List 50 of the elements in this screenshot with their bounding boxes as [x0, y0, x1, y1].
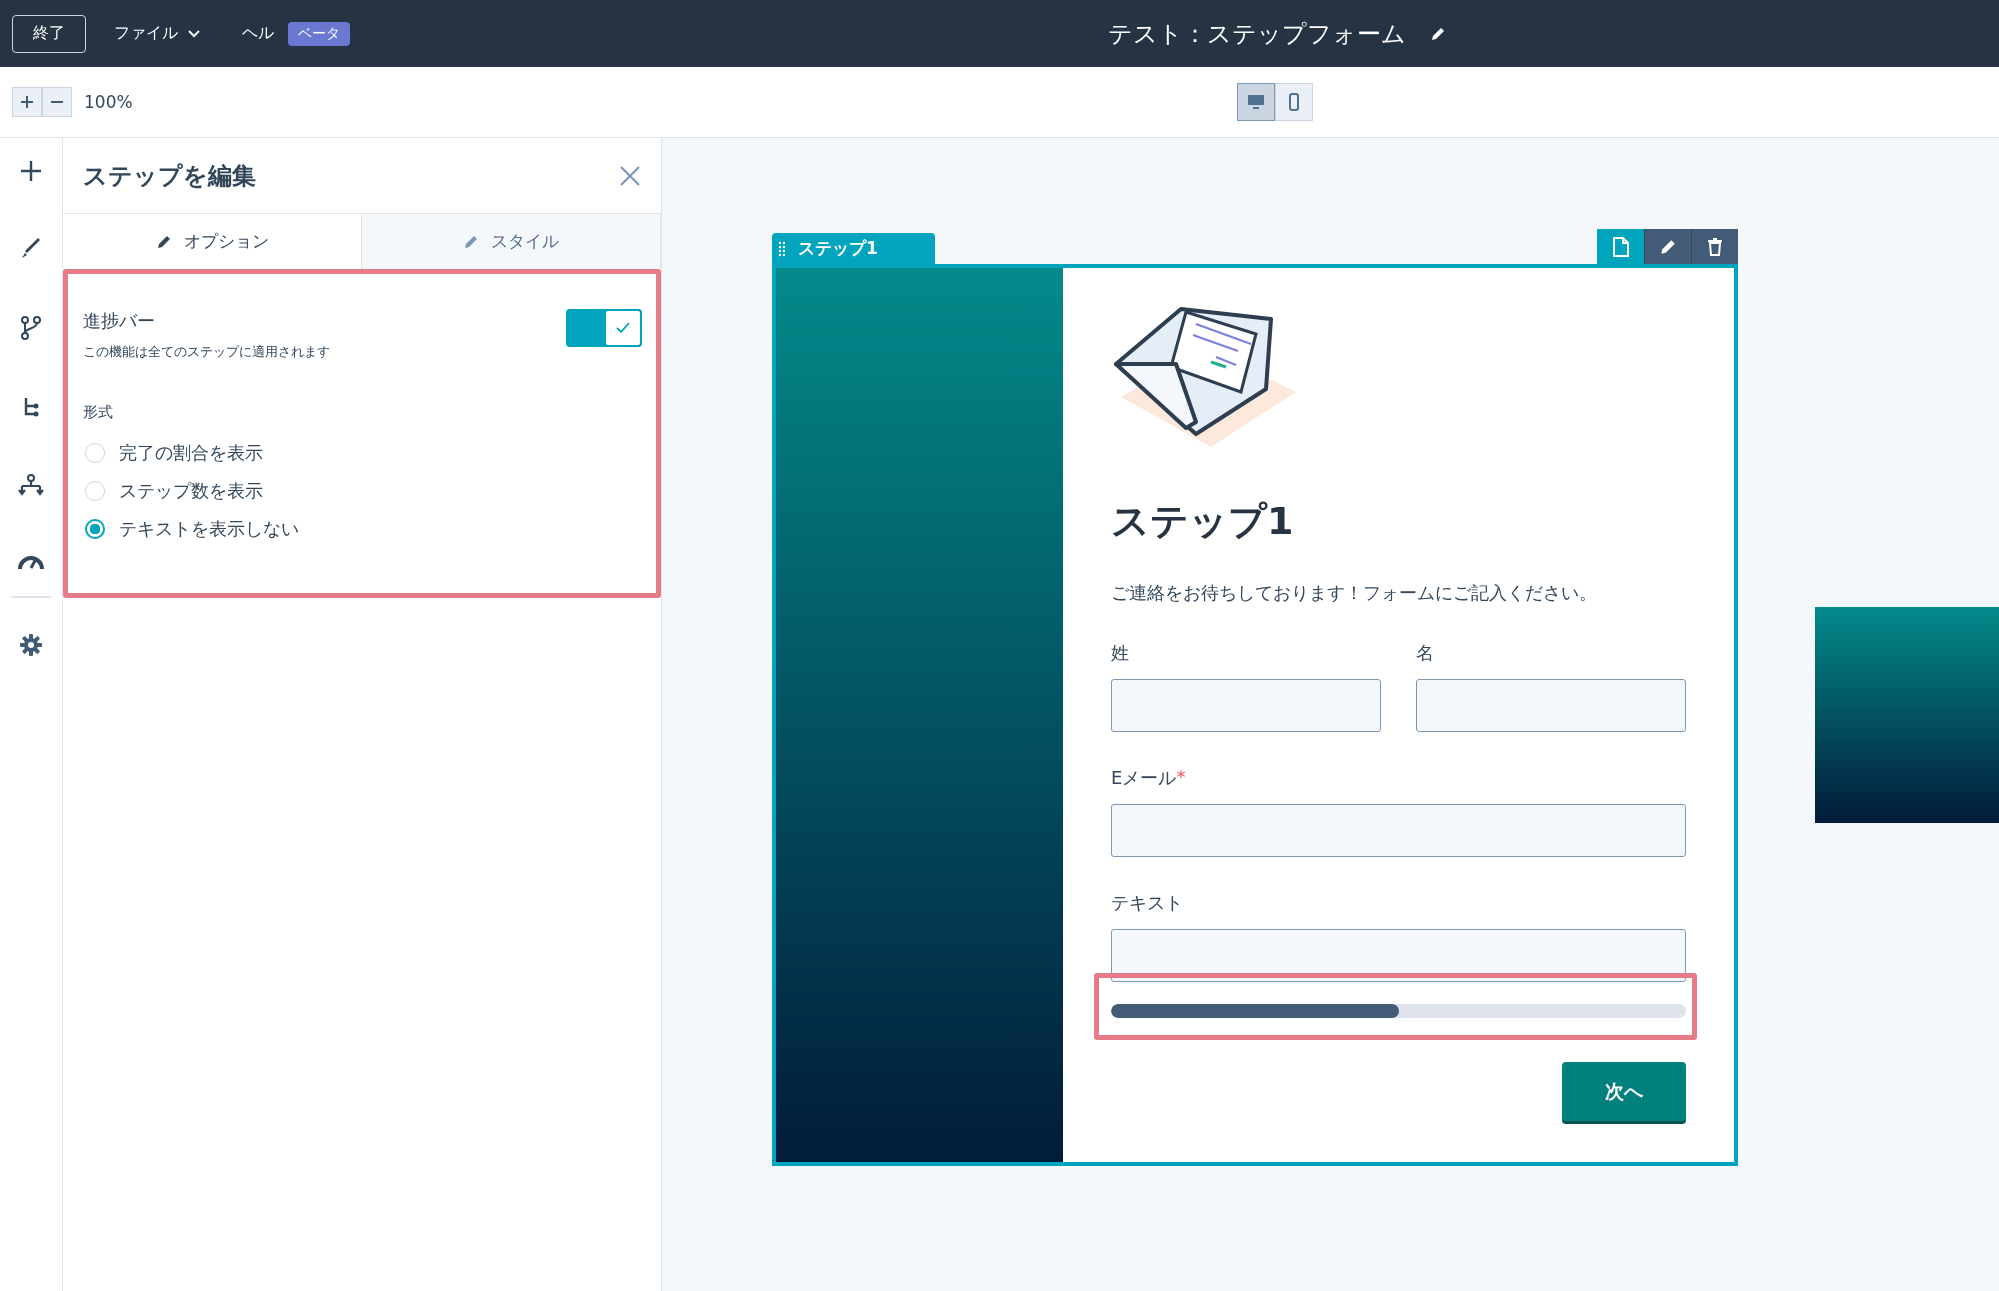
- input-field[interactable]: [1111, 679, 1381, 732]
- monitor-icon: [1247, 94, 1265, 110]
- drag-handle-icon[interactable]: [778, 240, 786, 257]
- brush-icon[interactable]: [20, 238, 42, 260]
- trash-icon: [1707, 237, 1723, 256]
- menu-item[interactable]: ヘル: [228, 23, 288, 44]
- radio-option[interactable]: 完了の割合を表示: [85, 434, 641, 472]
- zoom-level: 100%: [84, 92, 133, 112]
- field-label: Eメール: [1111, 766, 1177, 790]
- page-icon: [1612, 236, 1629, 257]
- check-icon: [616, 322, 630, 334]
- field-label: 名: [1416, 641, 1434, 665]
- menu-item[interactable]: ファイル: [100, 23, 214, 44]
- field-label: テキスト: [1111, 891, 1183, 915]
- radio-option[interactable]: テキストを表示しない: [85, 510, 641, 548]
- zoom-out-button[interactable]: [42, 87, 72, 117]
- plus-icon[interactable]: [20, 160, 42, 182]
- pencil-icon[interactable]: [1430, 25, 1446, 42]
- panel-title: ステップを編集: [83, 160, 256, 192]
- form-intro: ご連絡をお待ちしております！フォームにご記入ください。: [1111, 581, 1598, 605]
- format-label: 形式: [83, 403, 114, 422]
- input-field[interactable]: [1111, 804, 1686, 857]
- mobile-view-button[interactable]: [1275, 83, 1313, 121]
- pencil-icon: [1659, 237, 1677, 256]
- phone-icon: [1288, 93, 1300, 111]
- branch-icon[interactable]: [20, 316, 42, 340]
- pencil-icon: [155, 233, 172, 250]
- plus-icon: [20, 95, 34, 109]
- edit-button[interactable]: [1644, 229, 1691, 264]
- setting-label: 進捗バー: [83, 309, 156, 333]
- desktop-view-button[interactable]: [1237, 83, 1275, 121]
- beta-badge: ベータ: [288, 21, 350, 46]
- hierarchy-icon[interactable]: [18, 474, 44, 496]
- input-field[interactable]: [1416, 679, 1686, 732]
- settings-icon[interactable]: [20, 634, 42, 656]
- form-heading: ステップ1: [1111, 498, 1295, 545]
- delete-button[interactable]: [1691, 229, 1738, 264]
- pencil-icon: [463, 233, 479, 250]
- step-tab-label: ステップ1: [798, 237, 878, 260]
- next-button[interactable]: 次へ: [1562, 1062, 1686, 1121]
- field-label: 姓: [1111, 641, 1129, 665]
- close-icon[interactable]: [619, 164, 641, 187]
- required-mark: *: [1176, 766, 1186, 789]
- toggle-switch[interactable]: [566, 309, 642, 347]
- radio-option[interactable]: ステップ数を表示: [85, 472, 641, 510]
- panel-tab[interactable]: スタイル: [362, 214, 661, 269]
- exit-button[interactable]: 終了: [12, 14, 86, 53]
- window-title: テスト：ステップフォーム: [1108, 18, 1406, 50]
- zoom-in-button[interactable]: [12, 87, 42, 117]
- setting-description: この機能は全てのステップに適用されます: [83, 343, 330, 361]
